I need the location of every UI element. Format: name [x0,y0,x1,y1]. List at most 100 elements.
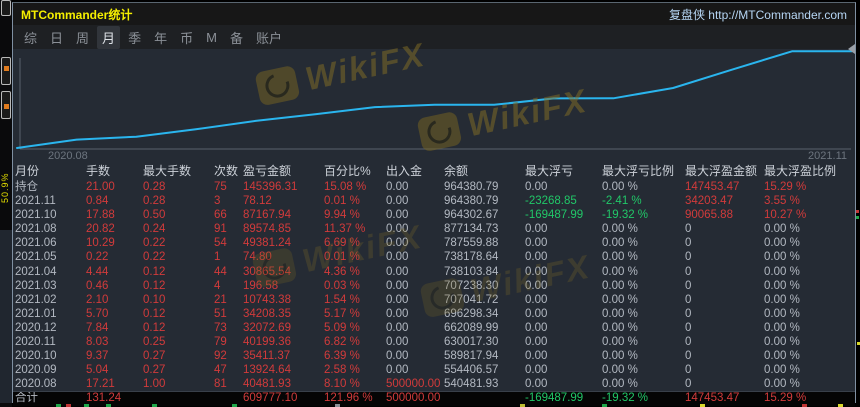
cell-mfp: 34203.47 [685,195,733,208]
cell-mfp: 0 [685,279,692,292]
cell-month: 2021.08 [15,223,57,236]
cell-balance: 707238.30 [444,279,499,292]
column-header-mfl[interactable]: 最大浮亏 [523,163,600,180]
table-row[interactable]: 2021.01 5.70 0.12 51 34208.35 5.17 % 0.00 69629… [13,307,855,321]
cell-pnl: 10743.38 [243,293,291,306]
column-header-pnl[interactable]: 盈亏金额 [241,163,322,180]
column-header-flow[interactable]: 出入金 [384,163,442,180]
cell-flow: 0.00 [386,237,409,250]
column-header-mflp[interactable]: 最大浮亏比例 [600,163,683,180]
table-row[interactable]: 持仓 21.00 0.28 75 145396.31 15.08 % 0.00 964380.… [13,180,855,194]
cell-maxlots: 0.22 [143,251,166,264]
cell-mfp: 147453.47 [685,181,740,193]
cell-flow: 500000.00 [386,392,441,405]
cell-mfp: 0 [685,223,692,236]
table-row[interactable]: 2021.02 2.10 0.10 21 10743.38 1.54 % 0.00 70704… [13,293,855,307]
cell-flow: 0.00 [386,279,409,292]
menu-item-8[interactable]: M [201,28,222,47]
table-row[interactable]: 2021.06 10.29 0.22 54 49381.24 6.69 % 0.00 7875… [13,236,855,250]
table-row[interactable]: 2021.08 20.82 0.24 91 89574.85 11.37 % 0.00 877… [13,222,855,236]
cell-flow: 0.00 [386,209,409,222]
cell-mfp: 0 [685,378,692,391]
cell-maxlots: 0.12 [143,321,166,334]
column-header-month[interactable]: 月份 [13,163,84,180]
table-row[interactable]: 2020.09 5.04 0.27 47 13924.64 2.58 % 0.00 55440… [13,363,855,377]
cell-balance: 787559.88 [444,237,499,250]
table-row[interactable]: 2021.04 4.44 0.12 44 30865.54 4.36 % 0.00 73810… [13,265,855,279]
side-toolbar-button[interactable] [1,91,11,119]
table-row[interactable]: 2021.03 0.46 0.12 4 196.58 0.03 % 0.00 707238.3… [13,279,855,293]
column-header-lots[interactable]: 手数 [84,163,141,180]
cell-pct: 9.94 % [324,209,360,222]
cell-flow: 0.00 [386,195,409,208]
table-row[interactable]: 2020.10 9.37 0.27 92 35411.37 6.39 % 0.00 58981… [13,349,855,363]
background-window-left-strip: 50.9% [0,0,12,407]
cell-balance: 738178.64 [444,251,499,264]
menu-item-10[interactable]: 账户 [251,26,287,49]
table-row[interactable]: 2021.11 0.84 0.28 3 78.12 0.01 % 0.00 964380.79… [13,194,855,208]
menu-item-5[interactable]: 季 [123,26,146,49]
menu-item-9[interactable]: 备 [225,26,248,49]
cell-month: 2021.05 [15,251,57,264]
cell-month: 2021.10 [15,209,57,222]
cell-pct: 5.09 % [324,321,360,334]
cell-mfl: -169487.99 [525,392,584,405]
menu-item-1[interactable]: 综 [19,26,42,49]
cell-pct: 6.82 % [324,336,360,349]
cell-mflp: 0.00 % [602,265,638,278]
table-row[interactable]: 2020.08 17.21 1.00 81 40481.93 8.10 % 500000.0… [13,377,855,391]
table-row[interactable]: 2020.11 8.03 0.25 79 40199.36 6.82 % 0.00 63001… [13,335,855,349]
cell-lots: 4.44 [86,265,109,278]
cell-month: 2021.02 [15,293,57,306]
cell-lots: 2.10 [86,293,109,306]
column-header-balance[interactable]: 余额 [442,163,523,180]
cell-mflp: -19.32 % [602,392,649,405]
table-row[interactable]: 2020.12 7.84 0.12 73 32072.69 5.09 % 0.00 66208… [13,321,855,335]
cell-pnl: 196.58 [243,279,279,292]
cell-lots: 5.70 [86,307,109,320]
cell-month: 2021.04 [15,265,57,278]
cell-mfpp: 0.00 % [764,251,800,264]
brand-link[interactable]: 复盘侠 http://MTCommander.com [669,6,847,23]
cell-count: 81 [214,378,227,391]
menu-item-2[interactable]: 日 [45,26,68,49]
background-panel [0,230,12,403]
table-row[interactable]: 2021.10 17.88 0.50 66 87167.94 9.94 % 0.00 9643… [13,208,855,222]
column-header-pct[interactable]: 百分比% [322,163,384,180]
cell-count: 3 [214,195,221,208]
cell-count: 51 [214,307,227,320]
cell-flow: 0.00 [386,293,409,306]
menu-item-7[interactable]: 币 [175,26,198,49]
cell-count: 47 [214,364,227,377]
chart-scroll-arrow-icon[interactable] [848,44,855,54]
cell-month: 2020.11 [15,336,56,349]
side-toolbar-button[interactable] [1,0,11,16]
menu-item-3[interactable]: 周 [71,26,94,49]
column-header-mfpp[interactable]: 最大浮盈比例 [762,163,855,180]
menu-item-6[interactable]: 年 [149,26,172,49]
cell-mfpp: 0.00 % [764,293,800,306]
column-header-mfp[interactable]: 最大浮盈金额 [683,163,762,180]
cell-mfl: 0.00 [525,350,548,363]
cell-mflp: 0.00 % [602,378,638,391]
cell-month: 2021.03 [15,279,57,292]
cell-balance: 738103.84 [444,265,499,278]
column-header-maxlots[interactable]: 最大手数 [141,163,212,180]
cell-mfpp: 0.00 % [764,265,800,278]
cell-pct: 0.01 % [324,251,360,264]
cell-mfl: 0.00 [525,237,548,250]
column-header-count[interactable]: 次数 [212,163,241,180]
cell-mfl: 0.00 [525,251,548,264]
table-row[interactable]: 2021.05 0.22 0.22 1 74.80 0.01 % 0.00 738178.64… [13,250,855,264]
cell-maxlots: 0.27 [143,350,166,363]
cell-lots: 5.04 [86,364,109,377]
cell-pnl: 30865.54 [243,265,291,278]
table-footer-row[interactable]: 合计 131.24 609777.10 121.96 % 500000.00 -16948… [13,391,855,406]
menu-item-4[interactable]: 月 [97,25,121,49]
cell-lots: 17.21 [86,378,115,391]
balance-chart-canvas [16,50,853,150]
menu-bar: 综日周月季年币 M 备账户 [13,25,855,49]
side-toolbar-button[interactable] [1,57,11,85]
cell-mflp: 0.00 % [602,251,638,264]
window-title: MTCommander统计 [21,7,133,22]
